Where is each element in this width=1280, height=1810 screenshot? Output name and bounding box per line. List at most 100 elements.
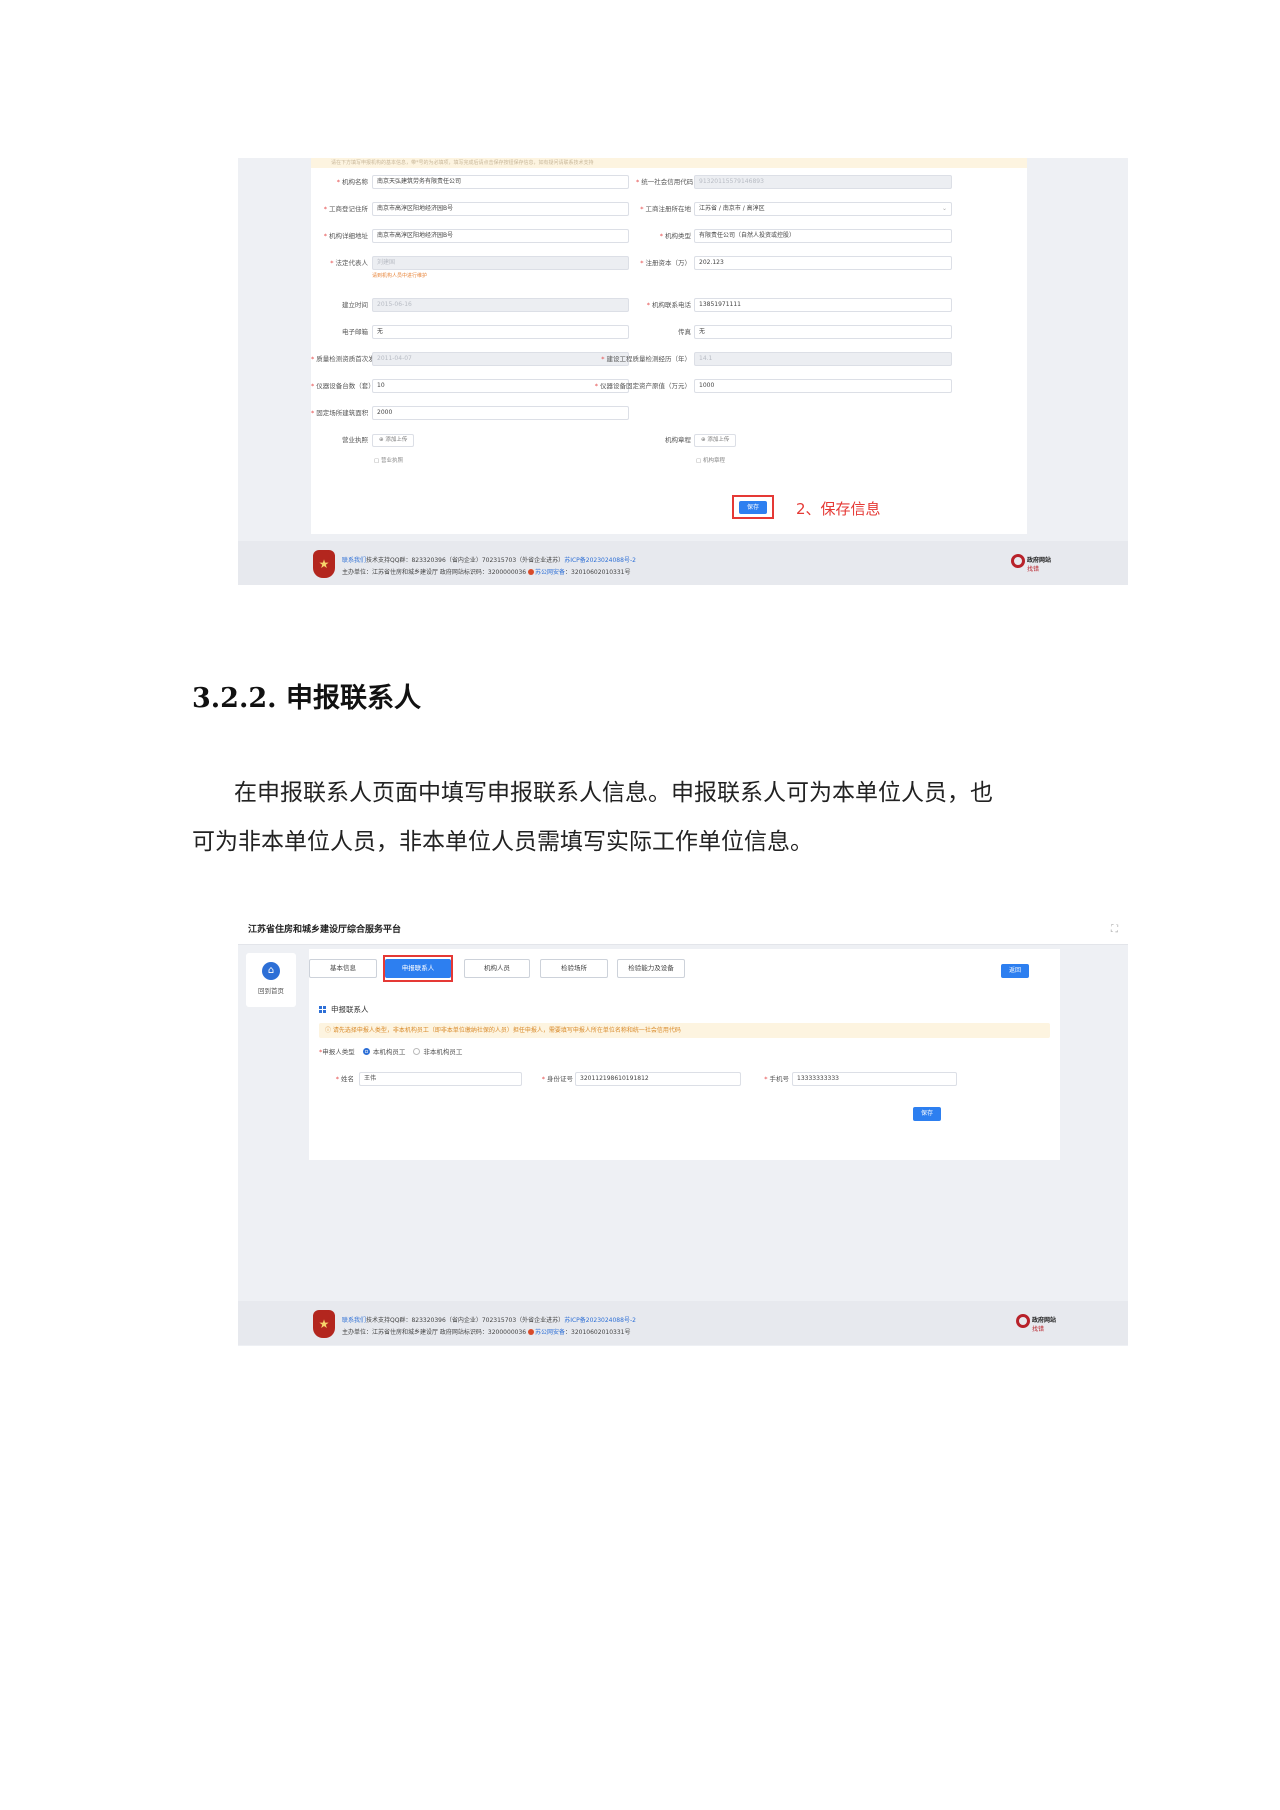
section-heading: 3.2.2. 申报联系人 (192, 683, 421, 714)
charter-upload-button[interactable]: ⊕ 添加上传 (694, 434, 737, 447)
tab-capability[interactable]: 检验能力及设备 (617, 959, 685, 978)
id-label: * 身份证号 (541, 1075, 573, 1083)
magnifier-icon (1011, 554, 1025, 568)
name-input[interactable]: 王伟 (359, 1072, 522, 1086)
detail-address-label: * 机构详细地址 (323, 232, 368, 240)
email-label: 电子邮箱 (342, 328, 368, 336)
tab-sites[interactable]: 检验场所 (540, 959, 608, 978)
charter-label: 机构章程 (665, 436, 691, 444)
site-footer: ★ 联系我们技术支持QQ群：823320396（省内企业）702315703（外… (238, 541, 1128, 585)
police-link[interactable]: 苏公网安备 (535, 1329, 565, 1336)
legal-rep-hint: 请到机构人员中进行维护 (372, 273, 428, 279)
notice-bar: ⓘ 请先选择申报人类型，非本机构员工（即非本单位缴纳社保的人员）担任申报人，需要… (319, 1023, 1050, 1038)
form-row: * 法定代表人 刘建国 请到机构人员中进行维护 * 注册资本（万） 202.123 (311, 256, 1027, 279)
form-panel: 请在下方填写申报机构的基本信息，带*号的为必填项，填写完成后请点击保存按钮保存信… (311, 158, 1027, 534)
emblem-icon: ★ (313, 550, 335, 578)
area-label: * 固定场所建筑面积（㎡） (311, 409, 388, 417)
phone-label: * 机构联系电话 (646, 301, 691, 309)
area-input[interactable]: 2000 (372, 406, 629, 420)
footer-line-1: 联系我们技术支持QQ群：823320396（省内企业）702315703（外省企… (342, 1317, 636, 1324)
footer-line-2: 主办单位：江苏省住房和城乡建设厅 政府网站标识码：3200000036 苏公网安… (342, 569, 631, 576)
reg-address-label: * 工商登记住所 (323, 205, 368, 213)
equip-count-label: * 仪器设备台数（套） (311, 382, 375, 390)
footer-line-1: 联系我们技术支持QQ群：823320396（省内企业）702315703（外省企… (342, 557, 636, 564)
phone-input[interactable]: 13333333333 (792, 1072, 957, 1086)
credit-code-input: 91320115579146893 (694, 175, 952, 189)
app-title: 江苏省住房和城乡建设厅综合服务平台 (248, 925, 402, 935)
est-date-label: 建立时间 (342, 301, 368, 309)
org-name-input[interactable]: 南京天弘建筑劳务有限责任公司 (372, 175, 629, 189)
site-footer: ★ 联系我们技术支持QQ群：823320396（省内企业）702315703（外… (238, 1301, 1128, 1345)
police-badge-icon (528, 1329, 535, 1335)
emblem-icon: ★ (313, 1310, 335, 1338)
police-link[interactable]: 苏公网安备 (535, 569, 565, 576)
reg-capital-label: * 注册资本（万） (640, 259, 691, 267)
form-row: 建立时间 2015-06-16 * 机构联系电话 13851971111 (311, 298, 1027, 312)
radio-external[interactable] (413, 1048, 421, 1055)
email-input[interactable]: 无 (372, 325, 629, 339)
tab-highlight-box (383, 955, 453, 982)
paragraph-line-2: 可为非本单位人员，非本单位人员需填写实际工作单位信息。 (192, 829, 813, 855)
tab-basic-info[interactable]: 基本信息 (309, 959, 377, 978)
applicant-type-row: *申报人类型 本机构员工 非本机构员工 (319, 1048, 463, 1056)
footer-line-2: 主办单位：江苏省住房和城乡建设厅 政府网站标识码：3200000036 苏公网安… (342, 1329, 631, 1336)
credit-code-label: * 统一社会信用代码 (636, 178, 694, 186)
gov-site-badge[interactable]: 政府网站 找错 (1016, 1313, 1062, 1333)
equip-value-label: * 仪器设备固定资产原值（万元） (594, 382, 691, 390)
save-button[interactable]: 保存 (913, 1107, 941, 1121)
fullscreen-icon[interactable]: ⛶ (1111, 924, 1118, 935)
screenshot-basic-info-form: 请在下方填写申报机构的基本信息，带*号的为必填项，填写完成后请点击保存按钮保存信… (238, 158, 1128, 585)
save-annotation: 2、保存信息 (796, 500, 881, 518)
reg-location-select[interactable]: 江苏省 / 南京市 / 高淳区 ⌄ (694, 202, 952, 216)
qual-date-label: * 质量检测资质首次发证时间 (311, 355, 395, 363)
form-row: 电子邮箱 无 传真 无 (311, 325, 1027, 339)
police-badge-icon (528, 569, 535, 575)
icp-link[interactable]: 苏ICP备2023024088号-2 (564, 1317, 636, 1324)
form-row: * 仪器设备台数（套） 10 * 仪器设备固定资产原值（万元） 1000 (311, 379, 1027, 393)
legal-rep-input: 刘建国 (372, 256, 629, 270)
contact-link[interactable]: 联系我们 (342, 557, 366, 564)
paragraph-line-1: 在申报联系人页面中填写申报联系人信息。申报联系人可为本单位人员，也 (234, 780, 993, 806)
icp-link[interactable]: 苏ICP备2023024088号-2 (564, 557, 636, 564)
years-input: 14.1 (694, 352, 952, 366)
phone-input[interactable]: 13851971111 (694, 298, 952, 312)
form-row: * 机构名称 南京天弘建筑劳务有限责任公司 * 统一社会信用代码 913201155… (311, 175, 1027, 189)
detail-address-input[interactable]: 南京市高淳区阳地经济园B号 (372, 229, 629, 243)
radio-internal-label[interactable]: 本机构员工 (373, 1048, 406, 1056)
license-upload-button[interactable]: ⊕ 添加上传 (372, 434, 415, 447)
gov-site-badge[interactable]: 政府网站 找错 (1011, 553, 1057, 573)
chevron-down-icon: ⌄ (941, 205, 947, 212)
est-date-input: 2015-06-16 (372, 298, 629, 312)
license-label: 营业执照 (342, 436, 368, 444)
org-type-label: * 机构类型 (659, 232, 691, 240)
charter-file[interactable]: ▢ 机构章程 (696, 456, 725, 464)
screenshot-contact-form: 江苏省住房和城乡建设厅综合服务平台 ⛶ ⌂ 回到首页 基本信息 申报联系人 机构… (238, 915, 1128, 1346)
id-input[interactable]: 320112198610191812 (575, 1072, 741, 1086)
name-label: * 姓名 (335, 1075, 354, 1083)
tab-staff[interactable]: 机构人员 (464, 959, 530, 978)
phone-label: * 手机号 (764, 1075, 789, 1083)
form-row: * 质量检测资质首次发证时间 2011-04-07 * 建设工程质量检测经历（年） … (311, 352, 1027, 366)
legal-rep-label: * 法定代表人 (330, 259, 368, 267)
radio-internal[interactable] (362, 1048, 370, 1055)
magnifier-icon (1016, 1314, 1030, 1328)
fax-input[interactable]: 无 (694, 325, 952, 339)
years-label: * 建设工程质量检测经历（年） (601, 355, 691, 363)
save-button[interactable]: 保存 (739, 501, 767, 514)
org-type-input[interactable]: 有限责任公司（自然人投资或控股） (694, 229, 952, 243)
reg-location-label: * 工商注册所在地 (640, 205, 691, 213)
reg-capital-input[interactable]: 202.123 (694, 256, 952, 270)
equip-value-input[interactable]: 1000 (694, 379, 952, 393)
notice-bar: 请在下方填写申报机构的基本信息，带*号的为必填项，填写完成后请点击保存按钮保存信… (311, 158, 1027, 168)
contact-fields-row: * 姓名 王伟 * 身份证号 320112198610191812 * 手机号 133… (309, 1072, 1060, 1086)
org-name-label: * 机构名称 (336, 178, 368, 186)
contact-link[interactable]: 联系我们 (342, 1317, 366, 1324)
fax-label: 传真 (678, 328, 691, 336)
section-title: 申报联系人 (319, 1004, 369, 1015)
reg-address-input[interactable]: 南京市高淳区阳地经济园B号 (372, 202, 629, 216)
form-row: * 工商登记住所 南京市高淳区阳地经济园B号 * 工商注册所在地 江苏省 / 南京市… (311, 202, 1027, 216)
back-button[interactable]: 返回 (1001, 964, 1029, 978)
license-file[interactable]: ▢ 营业执照 (374, 456, 403, 464)
radio-external-label[interactable]: 非本机构员工 (423, 1048, 462, 1056)
home-button[interactable]: ⌂ 回到首页 (246, 953, 296, 1007)
